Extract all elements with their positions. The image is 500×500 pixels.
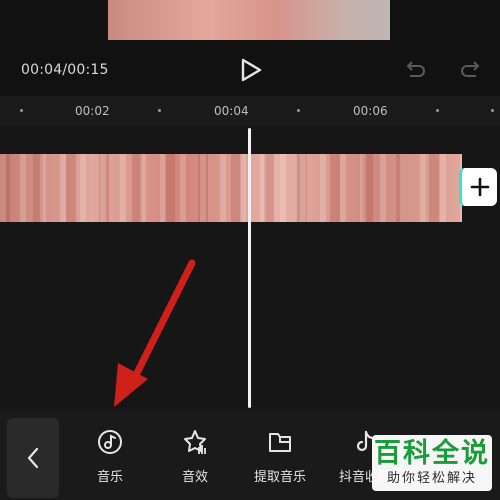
play-button[interactable]	[238, 57, 264, 83]
redo-icon	[461, 61, 480, 77]
watermark-logo: 百科全说 助你轻松解决	[372, 435, 492, 491]
play-icon	[241, 58, 262, 82]
watermark-title: 百科全说	[374, 438, 490, 469]
sound-effect-star-icon	[184, 430, 206, 454]
ruler-dot	[436, 109, 439, 112]
ruler-dot	[491, 109, 494, 112]
toolbar-item-label: 提取音乐	[253, 470, 306, 485]
plus-icon	[470, 177, 489, 197]
ruler-dot	[158, 109, 161, 112]
undo-button[interactable]	[404, 58, 428, 82]
annotation-arrow-icon	[114, 259, 196, 407]
redo-button[interactable]	[458, 58, 482, 82]
toolbar-item-extract-music[interactable]: 提取音乐	[240, 428, 320, 488]
add-clip-button[interactable]	[459, 168, 497, 206]
ruler-dot	[297, 109, 300, 112]
ruler-dot	[20, 109, 23, 112]
ruler-tick-label: 00:02	[75, 104, 110, 118]
video-preview	[108, 0, 390, 40]
timeline-ruler[interactable]: 00:02 00:04 00:06	[0, 96, 500, 126]
video-clip-strip[interactable]	[0, 154, 462, 222]
ruler-tick-label: 00:04	[214, 104, 249, 118]
playhead[interactable]	[248, 128, 251, 408]
back-button[interactable]	[7, 418, 59, 498]
undo-icon	[406, 61, 425, 77]
toolbar-item-music[interactable]: 音乐	[70, 428, 150, 488]
watermark-subtitle: 助你轻松解决	[386, 471, 477, 486]
toolbar-item-label: 音乐	[96, 470, 123, 485]
toolbar-item-sound-effect[interactable]: 音效	[155, 428, 235, 488]
ruler-tick-label: 00:06	[353, 104, 388, 118]
folder-icon	[269, 433, 291, 452]
toolbar-item-label: 音效	[181, 470, 208, 485]
chevron-left-icon	[27, 447, 39, 469]
music-note-icon	[98, 430, 122, 454]
timecode: 00:04/00:15	[21, 62, 109, 78]
